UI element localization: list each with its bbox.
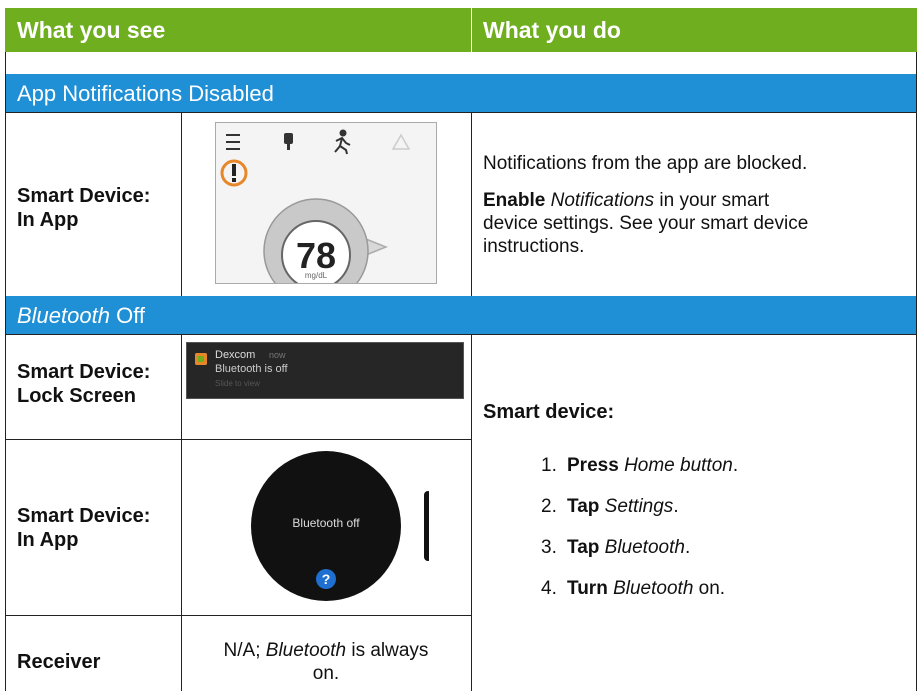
step-item: 3. Tap Bluetooth. [541, 537, 691, 558]
inapp-label: Smart Device: In App [17, 505, 151, 551]
table-header: What you see What you do [5, 8, 917, 52]
enable-instruction: Enable Notifications in your smart devic… [483, 190, 809, 257]
section-bluetooth-off: Bluetooth Off [5, 296, 917, 334]
sensor-icon [284, 133, 293, 150]
header-what-you-do: What you do [483, 17, 621, 43]
warning-icon [391, 133, 411, 150]
dexcom-app-icon [195, 353, 207, 365]
section-title: App Notifications Disabled [17, 81, 274, 106]
header-what-you-see: What you see [17, 17, 166, 43]
notification-hint: Slide to view [215, 379, 260, 388]
row-app-notifications: Smart Device: In App 78 mg/dL Notificati… [5, 112, 917, 296]
step-item: 4. Turn Bluetooth on. [541, 578, 726, 599]
row-bluetooth-in-app: Smart Device: In App Bluetooth off ? [5, 439, 917, 615]
watch-screen: Bluetooth off ? [221, 451, 429, 603]
menu-icon [226, 134, 240, 150]
receiver-label: Receiver [17, 651, 101, 673]
smart-device-heading: Smart device: [483, 401, 615, 423]
help-icon[interactable]: ? [316, 569, 336, 589]
activity-icon [334, 129, 351, 155]
action-text: Notifications from the app are blocked. … [483, 152, 903, 258]
row-label: Smart Device: In App [17, 185, 151, 231]
step-item: 1. Press Home button. [541, 455, 739, 476]
step-item: 2. Tap Settings. [541, 496, 679, 517]
alert-icon [220, 159, 248, 187]
notification-time: now [269, 350, 286, 360]
lock-screen-notification: Dexcom now Bluetooth is off Slide to vie… [186, 342, 464, 399]
lock-label: Smart Device: Lock Screen [17, 361, 151, 407]
row-receiver: Receiver N/A; Bluetooth is always on. [5, 615, 917, 691]
section-app-notifications-disabled: App Notifications Disabled [5, 74, 917, 112]
app-screenshot: 78 mg/dL [215, 122, 437, 284]
section-title: Bluetooth Off [17, 303, 146, 328]
blocked-line: Notifications from the app are blocked. [483, 153, 808, 174]
notification-app-name: Dexcom [215, 349, 256, 361]
watch-status-text: Bluetooth off [292, 516, 360, 530]
receiver-text: N/A; Bluetooth is always on. [223, 640, 429, 684]
glucose-unit: mg/dL [304, 271, 328, 280]
row-lock-screen: Smart Device: Lock Screen Dexcom now Blu… [5, 334, 917, 439]
notification-message: Bluetooth is off [215, 363, 288, 375]
